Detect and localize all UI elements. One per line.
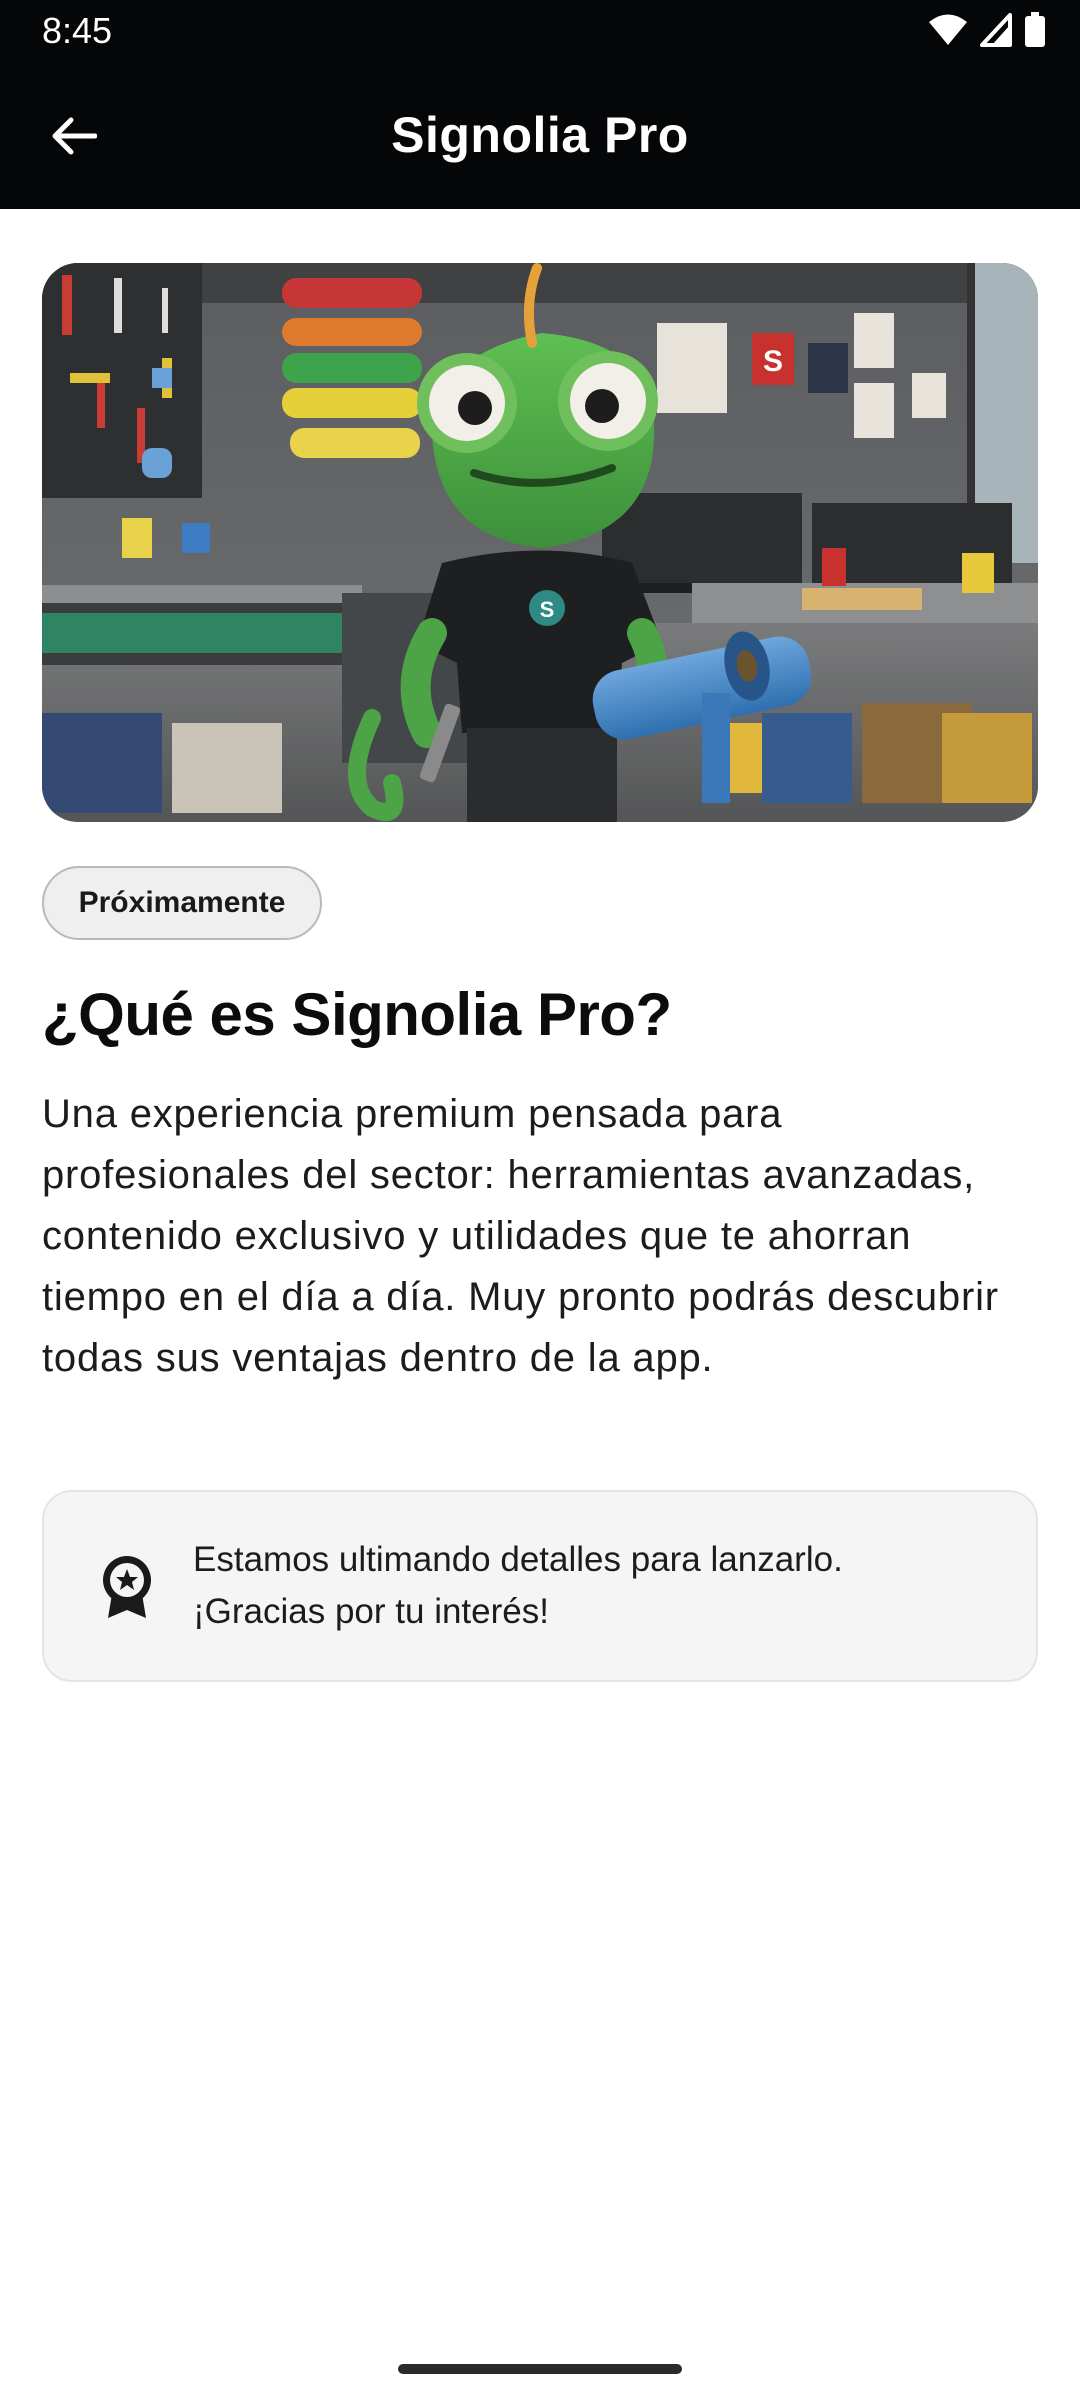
status-time: 8:45 (42, 10, 113, 51)
section-heading: ¿Qué es Signolia Pro? (42, 981, 672, 1048)
info-line-1: Estamos ultimando detalles para lanzarlo… (193, 1540, 843, 1579)
battery-icon (1024, 12, 1046, 48)
info-card: Estamos ultimando detalles para lanzarlo… (42, 1490, 1038, 1682)
status-chip: Próximamente (42, 866, 322, 940)
page-title: Signolia Pro (391, 107, 689, 163)
info-line-2: ¡Gracias por tu interés! (193, 1592, 549, 1631)
description-text: Una experiencia premium pensada para pro… (42, 1092, 999, 1380)
svg-text:S: S (540, 597, 555, 622)
signal-icon (980, 13, 1012, 47)
app-bar: Signolia Pro (0, 64, 1080, 209)
status-bar: 8:45 (0, 0, 1080, 64)
svg-text:S: S (763, 345, 783, 378)
award-badge-icon (94, 1554, 160, 1620)
info-message: Estamos ultimando detalles para lanzarlo… (193, 1534, 993, 1638)
status-icons (928, 12, 1046, 48)
gesture-handle[interactable] (398, 2364, 682, 2374)
wifi-icon (928, 13, 968, 47)
hero-image: S S (42, 263, 1038, 822)
